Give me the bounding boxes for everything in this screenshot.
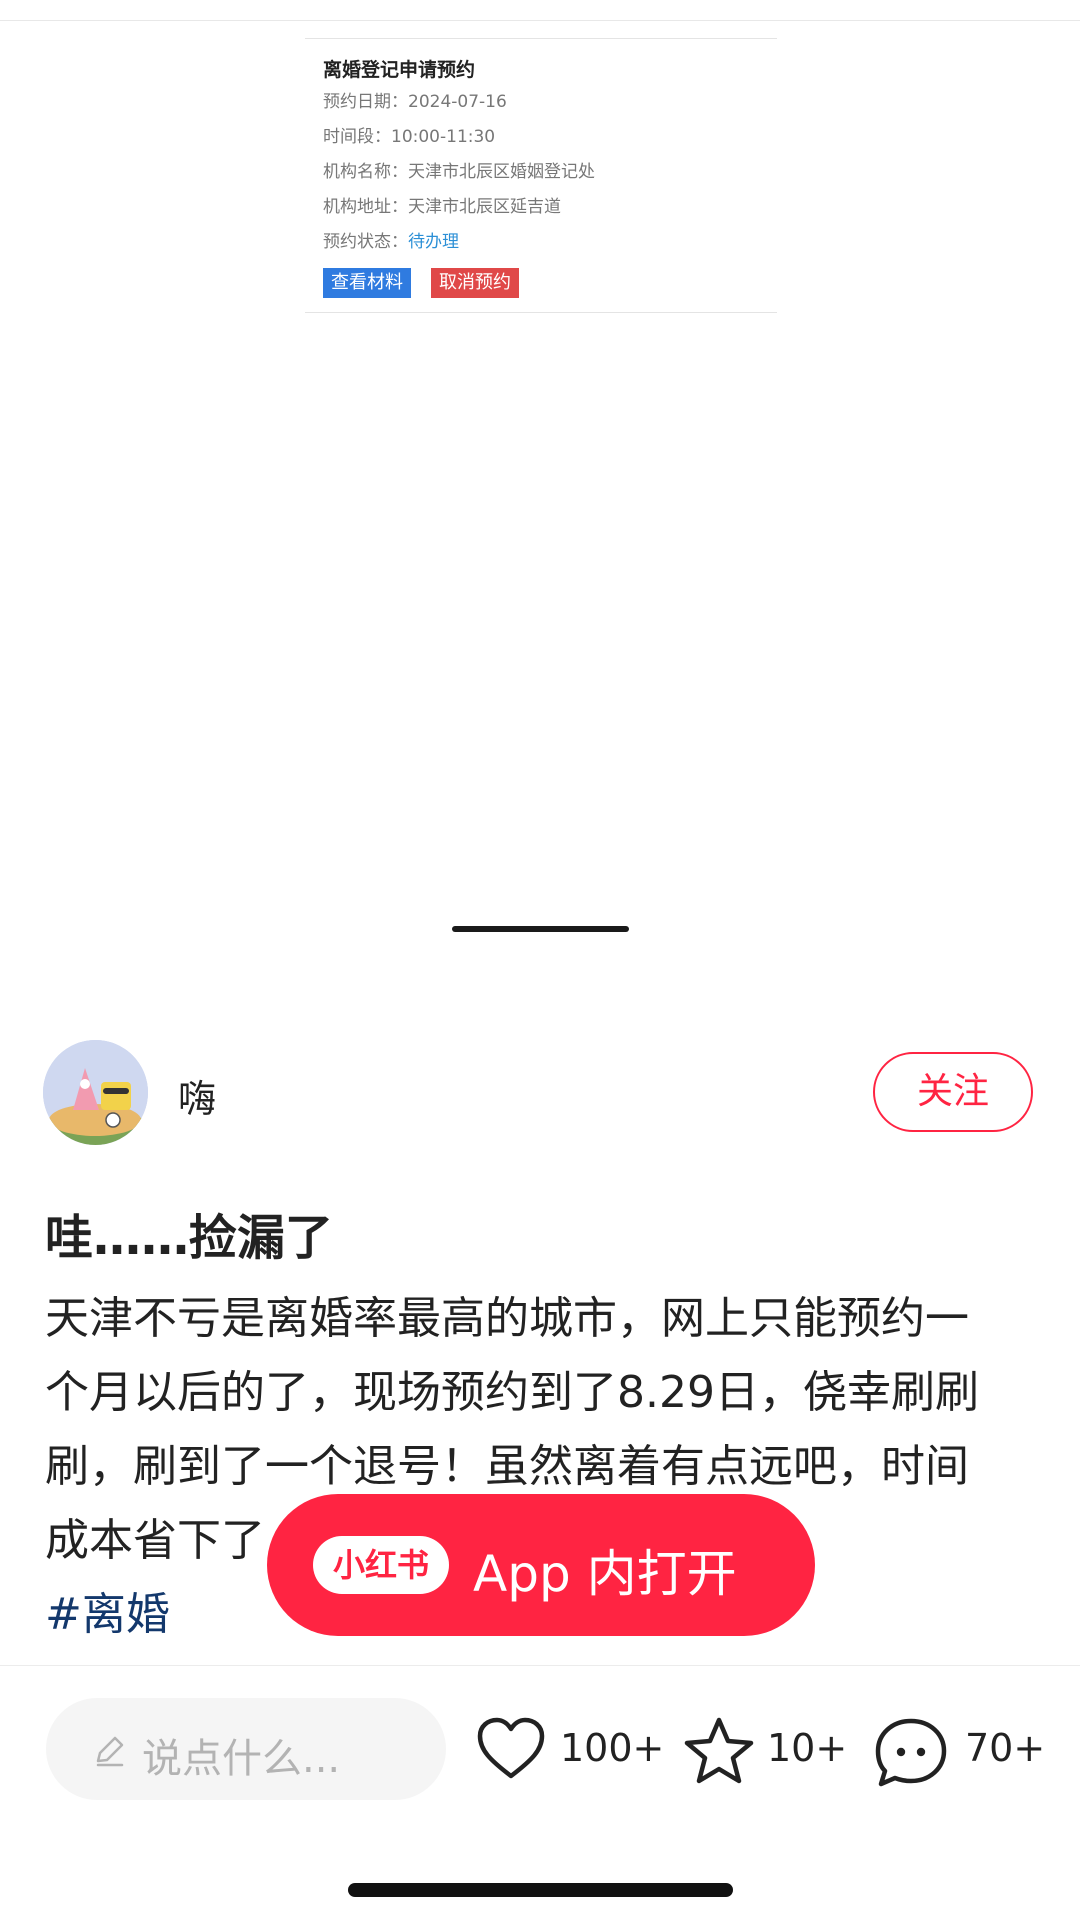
bottom-divider	[0, 1665, 1080, 1666]
appointment-time-row: 时间段：10:00-11:30	[323, 127, 496, 147]
carousel-indicator	[452, 926, 629, 932]
favorite-button[interactable]: 10+	[683, 1712, 847, 1788]
comment-button[interactable]: 70+	[873, 1712, 1046, 1788]
comment-icon	[875, 1718, 947, 1787]
appointment-title: 离婚登记申请预约	[323, 59, 476, 81]
open-in-app-button[interactable]: 小红书 App 内打开	[267, 1494, 815, 1636]
view-materials-button: 查看材料	[323, 268, 411, 298]
open-in-app-label: App 内打开	[473, 1545, 737, 1603]
xiaohongshu-logo: 小红书	[313, 1536, 449, 1594]
post-body-line: 成本省下了	[45, 1515, 265, 1566]
star-icon	[684, 1717, 754, 1784]
heart-icon	[477, 1717, 545, 1779]
post-body-line: 刷，刷到了一个退号！虽然离着有点远吧，时间	[45, 1441, 969, 1492]
post-image-appointment-card: 离婚登记申请预约 预约日期：2024-07-16 时间段：10:00-11:30…	[305, 38, 777, 313]
post-body-line: 天津不亏是离婚率最高的城市，网上只能预约一	[45, 1293, 969, 1344]
comment-placeholder: 说点什么...	[142, 1736, 341, 1782]
status-badge: 待办理	[408, 232, 459, 252]
appointment-institution-row: 机构名称：天津市北辰区婚姻登记处	[323, 162, 595, 182]
like-button[interactable]: 100+	[476, 1712, 664, 1788]
pencil-icon	[96, 1736, 124, 1767]
comment-count: 70+	[965, 1726, 1046, 1770]
top-divider	[0, 20, 1080, 21]
like-count: 100+	[560, 1726, 665, 1770]
home-indicator[interactable]	[348, 1883, 733, 1897]
appointment-date-row: 预约日期：2024-07-16	[323, 92, 507, 112]
comment-input[interactable]: 说点什么...	[46, 1698, 446, 1800]
favorite-count: 10+	[767, 1726, 848, 1770]
appointment-status-row: 预约状态：待办理	[323, 232, 459, 252]
author-name[interactable]: 嗨	[178, 1068, 216, 1123]
hashtag-link[interactable]: #离婚	[45, 1578, 170, 1642]
cancel-appointment-button: 取消预约	[431, 268, 519, 298]
avatar[interactable]	[43, 1040, 148, 1145]
post-body-line: 个月以后的了，现场预约到了8.29日，侥幸刷刷	[45, 1367, 979, 1418]
avatar-illustration	[43, 1040, 148, 1145]
appointment-address-row: 机构地址：天津市北辰区延吉道	[323, 197, 561, 217]
follow-button[interactable]: 关注	[873, 1052, 1033, 1132]
post-title: 哇……捡漏了	[45, 1210, 334, 1266]
